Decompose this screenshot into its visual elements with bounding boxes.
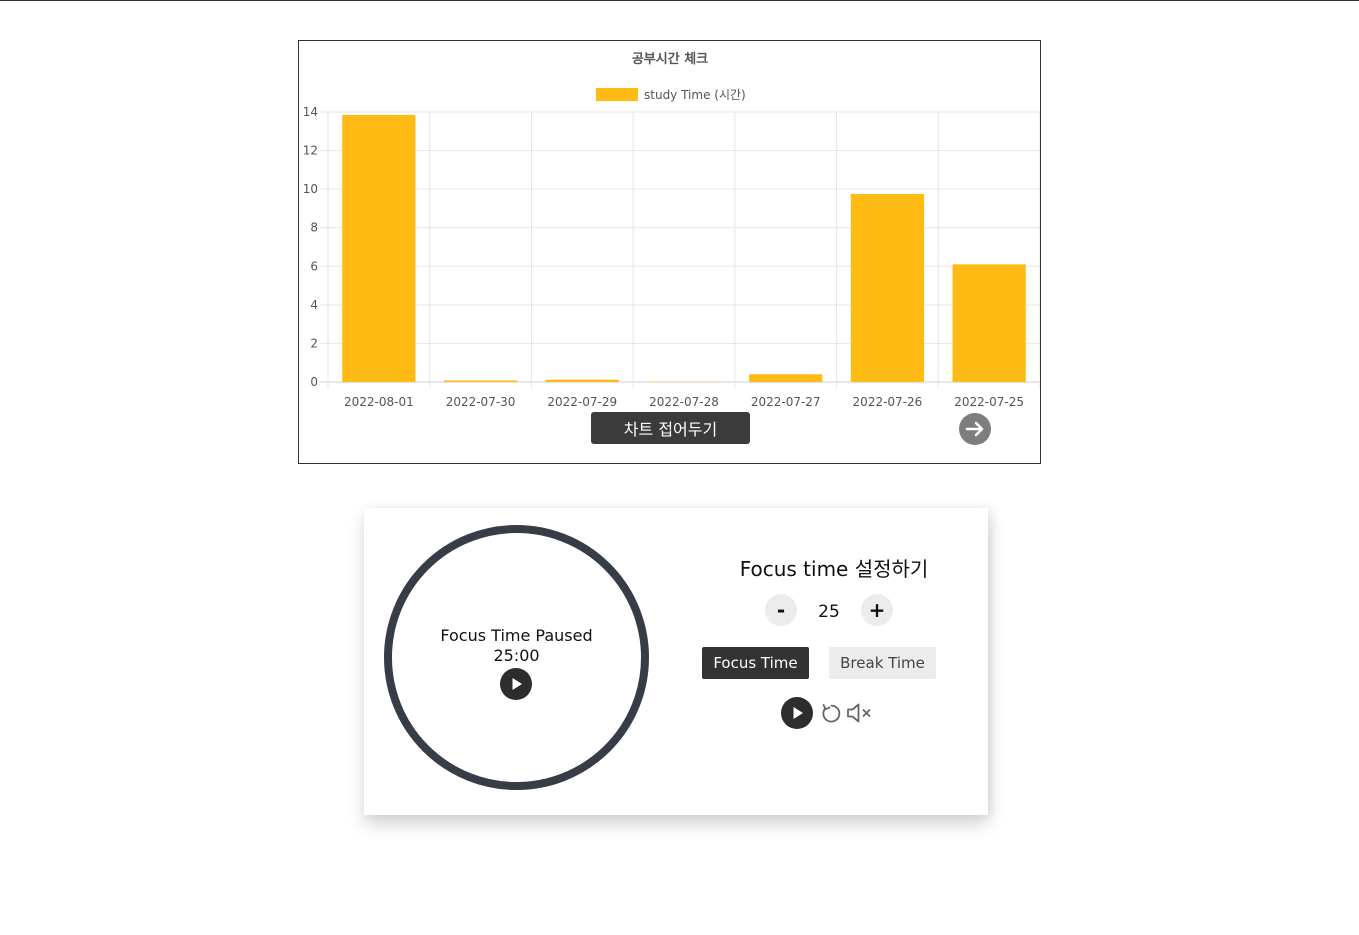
- timer-status: Focus Time Paused: [440, 626, 593, 645]
- top-rule: [0, 0, 1359, 1]
- y-tick-label: 0: [310, 375, 318, 389]
- reset-icon: [822, 704, 841, 723]
- y-tick-label: 14: [303, 105, 318, 119]
- timer-ring: Focus Time Paused 25:00: [384, 525, 649, 790]
- bar: [749, 374, 823, 382]
- arrow-right-icon: [965, 421, 984, 437]
- x-tick-label: 2022-07-30: [446, 395, 516, 409]
- x-tick-label: 2022-07-29: [547, 395, 617, 409]
- y-tick-label: 12: [303, 144, 318, 158]
- y-tick-label: 4: [310, 298, 318, 312]
- bar: [850, 193, 925, 382]
- reset-button[interactable]: [814, 697, 846, 729]
- x-tick-label: 2022-07-26: [853, 395, 923, 409]
- x-tick-label: 2022-07-28: [649, 395, 719, 409]
- y-tick-label: 8: [310, 221, 318, 235]
- focus-time-button[interactable]: Focus Time: [702, 647, 809, 679]
- play-icon: [793, 707, 803, 719]
- bar: [443, 380, 518, 382]
- chart-title: 공부시간 체크: [632, 51, 708, 67]
- next-chart-button[interactable]: [959, 413, 991, 445]
- timer-time: 25:00: [493, 646, 540, 665]
- decrease-minutes-button[interactable]: -: [765, 594, 797, 626]
- focus-minutes-value: 25: [818, 602, 840, 622]
- bar: [952, 264, 1026, 382]
- study-time-chart: 0 2 4 6 8 10 12 14 2022-08-01 2022-07-30 2022-07-2…: [303, 51, 1040, 409]
- x-tick-label: 2022-07-27: [751, 395, 821, 409]
- legend-label: study Time (시간): [644, 88, 746, 102]
- bar: [342, 114, 416, 383]
- focus-settings-title: Focus time 설정하기: [739, 557, 929, 581]
- y-tick-label: 2: [310, 336, 318, 350]
- study-time-chart-card: 0 2 4 6 8 10 12 14 2022-08-01 2022-07-30 2022-07-2…: [298, 40, 1041, 464]
- play-icon: [512, 678, 522, 690]
- y-tick-label: 6: [310, 259, 318, 273]
- focus-timer-card: Focus Time Paused 25:00 Focus time 설정하기 …: [364, 508, 988, 815]
- legend-swatch: [596, 88, 638, 101]
- break-time-button[interactable]: Break Time: [829, 647, 936, 679]
- x-tick-label: 2022-07-25: [954, 395, 1024, 409]
- bar: [545, 379, 619, 382]
- timer-play-button[interactable]: [500, 668, 532, 700]
- start-button[interactable]: [781, 697, 813, 729]
- collapse-chart-button[interactable]: 차트 접어두기: [591, 412, 750, 444]
- x-tick-label: 2022-08-01: [344, 395, 414, 409]
- mute-button[interactable]: [845, 697, 877, 729]
- mute-icon: [847, 703, 871, 723]
- increase-minutes-button[interactable]: +: [861, 594, 893, 626]
- y-tick-label: 10: [303, 182, 318, 196]
